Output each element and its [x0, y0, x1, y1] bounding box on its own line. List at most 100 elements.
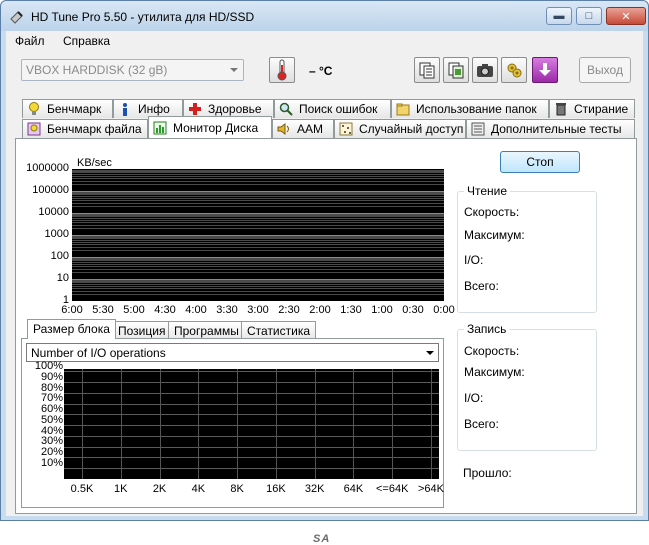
x-tick-label: 8K: [230, 483, 244, 495]
grid-line: [72, 262, 444, 263]
tab-random-access-label: Случайный доступ: [359, 122, 464, 136]
temperature-button[interactable]: [269, 57, 295, 83]
grid-line: [72, 200, 444, 201]
grid-line: [72, 222, 444, 223]
x-tick-label: 5:00: [123, 304, 145, 316]
grid-line: [121, 369, 122, 479]
block-size-chart: [64, 369, 439, 479]
maximize-icon: □: [585, 10, 593, 22]
copy-text-icon: [419, 62, 435, 79]
grid-line: [72, 198, 444, 199]
x-tick-label: 2:00: [309, 304, 331, 316]
tab-folder-usage[interactable]: Использование папок: [391, 99, 549, 118]
read-total-label: Всего:: [464, 279, 499, 293]
grid-line: [72, 203, 444, 204]
grid-line: [72, 172, 444, 173]
subtab-position[interactable]: Позиция: [112, 321, 172, 339]
copy-text-button[interactable]: [414, 57, 440, 83]
screenshot-button[interactable]: [472, 57, 498, 83]
tab-aam[interactable]: AAM: [272, 119, 334, 138]
grid-line: [72, 215, 444, 216]
tab-benchmark-label: Бенчмарк: [47, 102, 102, 116]
menu-help[interactable]: Справка: [63, 34, 110, 48]
stop-button[interactable]: Стоп: [500, 151, 580, 173]
x-tick-label: 1:00: [371, 304, 393, 316]
grid-line: [72, 181, 444, 182]
options-button[interactable]: [501, 57, 527, 83]
write-group: Запись Скорость: Максимум: I/O: Всего:: [457, 322, 597, 451]
grid-line: [72, 220, 444, 221]
menu-file[interactable]: Файл: [15, 34, 45, 48]
save-button[interactable]: [532, 57, 558, 83]
io-metric-select[interactable]: Number of I/O operations: [26, 343, 439, 362]
title-bar[interactable]: HD Tune Pro 5.50 - утилита для HD/SSD ▬ …: [1, 1, 648, 31]
subtab-position-label: Позиция: [118, 324, 166, 338]
minimize-button[interactable]: ▬: [546, 7, 572, 25]
grid-line: [72, 280, 444, 281]
maximize-button[interactable]: □: [576, 7, 602, 25]
tab-erase[interactable]: Стирание: [549, 99, 635, 118]
x-tick-label: 2K: [152, 483, 167, 495]
grid-line: [431, 369, 432, 479]
grid-line: [72, 178, 444, 179]
tab-file-benchmark[interactable]: Бенчмарк файла: [22, 119, 148, 138]
tab-benchmark[interactable]: Бенчмарк: [22, 99, 113, 118]
x-tick-label: 6:00: [61, 304, 83, 316]
tab-extra-tests[interactable]: Дополнительные тесты: [466, 119, 635, 138]
exit-button[interactable]: Выход: [579, 57, 631, 83]
grid-line: [72, 282, 444, 283]
trash-icon: [556, 103, 566, 116]
chevron-down-icon: [230, 68, 238, 72]
app-window: HD Tune Pro 5.50 - утилита для HD/SSD ▬ …: [0, 0, 649, 545]
x-tick-label: 2:30: [278, 304, 300, 316]
close-button[interactable]: ✕: [606, 7, 646, 25]
subtab-statistics[interactable]: Статистика: [241, 321, 317, 339]
y-tick-label: 100: [50, 250, 69, 262]
grid-line: [72, 284, 444, 285]
grid-line: [72, 258, 444, 259]
tab-disk-monitor[interactable]: Монитор Диска: [148, 116, 272, 138]
grid-line: [72, 238, 444, 239]
subtab-block-size[interactable]: Размер блока: [27, 319, 116, 339]
grid-line: [72, 184, 444, 185]
x-tick-label: <=64K: [376, 483, 409, 495]
grid-line: [82, 369, 83, 479]
tab-aam-label: AAM: [297, 122, 324, 136]
x-tick-label: 3:00: [247, 304, 269, 316]
x-tick-label: 32K: [304, 483, 325, 495]
grid-line: [72, 174, 444, 175]
x-tick-label: 0:30: [402, 304, 424, 316]
tab-extra-tests-label: Дополнительные тесты: [491, 122, 622, 136]
tab-info-label: Инфо: [138, 102, 170, 116]
tab-health-label: Здоровье: [208, 102, 262, 116]
grid-line: [72, 196, 444, 197]
write-io-label: I/O:: [464, 391, 484, 405]
read-io-label: I/O:: [464, 253, 484, 267]
x-tick-label: 64K: [343, 483, 364, 495]
tab-error-scan-label: Поиск ошибок: [299, 102, 378, 116]
grid-line: [198, 369, 199, 479]
subtab-programs-label: Программы: [174, 324, 239, 338]
menu-bar: Файл Справка: [6, 31, 643, 51]
drive-select[interactable]: VBOX HARDDISK (32 gB): [21, 59, 244, 81]
grid-line: [72, 171, 444, 172]
grid-line: [72, 266, 444, 267]
tab-error-scan[interactable]: Поиск ошибок: [274, 99, 391, 118]
read-group-title: Чтение: [464, 184, 511, 198]
window-title: HD Tune Pro 5.50 - утилита для HD/SSD: [31, 10, 255, 24]
thermometer-icon: [277, 59, 287, 81]
grid-line: [72, 286, 444, 287]
grid-line: [72, 260, 444, 261]
copy-screenshot-button[interactable]: [443, 57, 469, 83]
app-icon: [10, 11, 23, 24]
options-icon: [507, 63, 522, 78]
tab-random-access[interactable]: Случайный доступ: [334, 119, 466, 138]
magnifier-icon: [279, 102, 293, 116]
grid-line: [392, 369, 393, 479]
x-tick-label: 4:30: [154, 304, 176, 316]
read-max-label: Максимум:: [464, 228, 525, 242]
subtab-programs[interactable]: Программы: [168, 321, 245, 339]
grid-line: [72, 250, 444, 251]
watermark: SA: [313, 533, 331, 545]
x-tick-label: 0:00: [433, 304, 455, 316]
